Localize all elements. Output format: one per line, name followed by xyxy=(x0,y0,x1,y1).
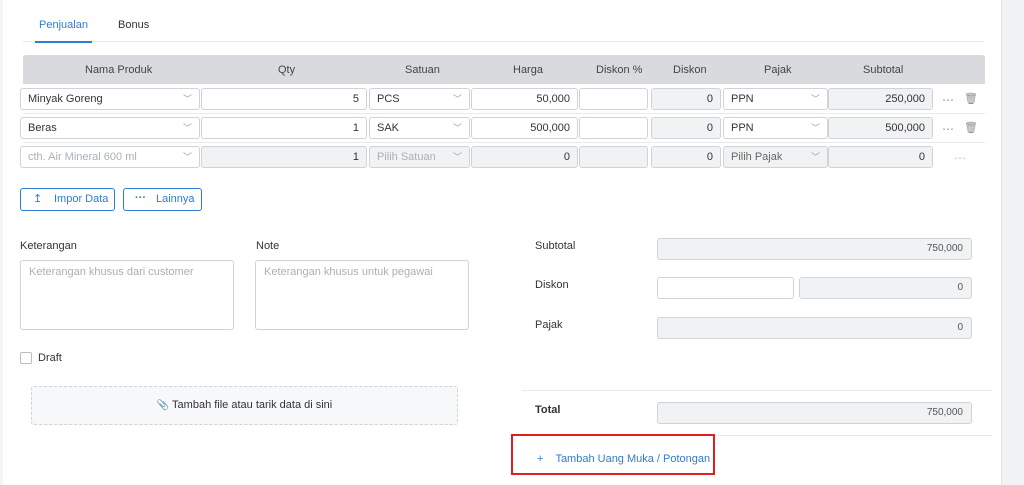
note-textarea[interactable]: Keterangan khusus untuk pegawai xyxy=(255,260,469,330)
draft-checkbox[interactable] xyxy=(20,352,32,364)
add-down-payment-link[interactable]: + Tambah Uang Muka / Potongan xyxy=(537,453,710,465)
file-dropzone[interactable]: 📎 Tambah file atau tarik data di sini xyxy=(31,386,458,425)
row-divider xyxy=(23,113,985,114)
keterangan-textarea[interactable]: Keterangan khusus dari customer xyxy=(20,260,234,330)
unit-placeholder: Pilih Satuan xyxy=(377,151,436,163)
unit-value: PCS xyxy=(377,93,400,105)
row-subtotal: 250,000 xyxy=(828,88,933,110)
chevron-down-icon: ﹀ xyxy=(810,123,820,133)
discount-value: 0 xyxy=(651,146,721,168)
tax-select[interactable]: PPN ﹀ xyxy=(723,88,828,110)
chevron-down-icon: ﹀ xyxy=(810,94,820,104)
product-select[interactable]: cth. Air Mineral 600 ml ﹀ xyxy=(20,146,200,168)
unit-select[interactable]: PCS ﹀ xyxy=(369,88,470,110)
summary-subtotal-label: Subtotal xyxy=(535,240,576,252)
discount-value: 0 xyxy=(651,117,721,139)
chevron-down-icon: ﹀ xyxy=(452,94,462,104)
product-placeholder: cth. Air Mineral 600 ml xyxy=(28,151,137,163)
col-disc-pct: Diskon % xyxy=(596,64,643,76)
summary-discount-input[interactable] xyxy=(657,277,794,299)
summary-total-value: 750,000 xyxy=(657,402,972,424)
qty-input[interactable]: 5 xyxy=(201,88,367,110)
discount-percent-input[interactable] xyxy=(579,117,648,139)
paperclip-icon: 📎 xyxy=(156,400,170,411)
product-select[interactable]: Beras ﹀ xyxy=(20,117,200,139)
trash-icon[interactable]: 🗑 xyxy=(964,121,978,134)
product-select[interactable]: Minyak Goreng ﹀ xyxy=(20,88,200,110)
add-down-payment-label: Tambah Uang Muka / Potongan xyxy=(555,453,711,465)
chevron-down-icon: ﹀ xyxy=(182,94,192,104)
scroll-gutter xyxy=(1001,0,1024,485)
tab-bar: Penjualan Bonus xyxy=(23,0,983,43)
product-value: Minyak Goreng xyxy=(28,93,103,105)
discount-percent-input[interactable] xyxy=(579,88,648,110)
col-qty: Qty xyxy=(278,64,296,76)
row-divider xyxy=(23,142,985,143)
import-data-label: Impor Data xyxy=(54,193,109,205)
more-icon[interactable]: ⋯ xyxy=(942,122,954,136)
summary-subtotal-value: 750,000 xyxy=(657,238,972,260)
tax-select[interactable]: PPN ﹀ xyxy=(723,117,828,139)
discount-value: 0 xyxy=(651,88,721,110)
unit-select[interactable]: SAK ﹀ xyxy=(369,117,470,139)
upload-icon: ↥ xyxy=(33,193,43,205)
row-subtotal: 500,000 xyxy=(828,117,933,139)
price-input[interactable]: 0 xyxy=(471,146,578,168)
import-data-button[interactable]: ↥ Impor Data xyxy=(20,188,115,211)
dots-icon: ··· xyxy=(135,192,146,204)
chevron-down-icon: ﹀ xyxy=(810,152,820,162)
chevron-down-icon: ﹀ xyxy=(182,123,192,133)
product-value: Beras xyxy=(28,122,57,134)
tax-value: PPN xyxy=(731,93,754,105)
col-price: Harga xyxy=(513,64,543,76)
col-disc: Diskon xyxy=(673,64,707,76)
tax-placeholder: Pilih Pajak xyxy=(731,151,783,163)
add-down-payment-highlight: + Tambah Uang Muka / Potongan xyxy=(511,434,715,475)
discount-percent-input[interactable] xyxy=(579,146,648,168)
summary-tax-value: 0 xyxy=(657,317,972,339)
price-input[interactable]: 50,000 xyxy=(471,88,578,110)
trash-icon[interactable]: 🗑 xyxy=(964,92,978,105)
dropzone-label: Tambah file atau tarik data di sini xyxy=(172,399,333,411)
sales-form: Penjualan Bonus Nama Produk Qty Satuan H… xyxy=(3,0,1001,485)
more-icon[interactable]: ⋯ xyxy=(954,151,966,165)
tab-penjualan[interactable]: Penjualan xyxy=(35,19,92,43)
tab-bonus[interactable]: Bonus xyxy=(118,19,149,31)
summary-discount-label: Diskon xyxy=(535,279,569,291)
tax-value: PPN xyxy=(731,122,754,134)
qty-input[interactable]: 1 xyxy=(201,146,367,168)
col-tax: Pajak xyxy=(764,64,792,76)
row-subtotal: 0 xyxy=(828,146,933,168)
draft-label: Draft xyxy=(38,352,62,364)
note-label: Note xyxy=(256,240,280,252)
unit-select[interactable]: Pilih Satuan ﹀ xyxy=(369,146,470,168)
summary-total-label: Total xyxy=(535,404,561,416)
col-unit: Satuan xyxy=(405,64,440,76)
keterangan-label: Keterangan xyxy=(20,240,77,252)
plus-icon: + xyxy=(537,453,544,465)
chevron-down-icon: ﹀ xyxy=(452,123,462,133)
summary-divider xyxy=(522,390,992,391)
chevron-down-icon: ﹀ xyxy=(182,152,192,162)
tax-select[interactable]: Pilih Pajak ﹀ xyxy=(723,146,828,168)
unit-value: SAK xyxy=(377,122,400,134)
price-input[interactable]: 500,000 xyxy=(471,117,578,139)
more-options-button[interactable]: ··· Lainnya xyxy=(123,188,202,211)
table-header: Nama Produk Qty Satuan Harga Diskon % Di… xyxy=(23,55,985,84)
chevron-down-icon: ﹀ xyxy=(452,152,462,162)
qty-input[interactable]: 1 xyxy=(201,117,367,139)
col-subtotal: Subtotal xyxy=(863,64,904,76)
more-options-label: Lainnya xyxy=(156,193,195,205)
more-icon[interactable]: ⋯ xyxy=(942,93,954,107)
col-product: Nama Produk xyxy=(85,64,153,76)
summary-discount-value: 0 xyxy=(799,277,972,299)
summary-tax-label: Pajak xyxy=(535,319,563,331)
